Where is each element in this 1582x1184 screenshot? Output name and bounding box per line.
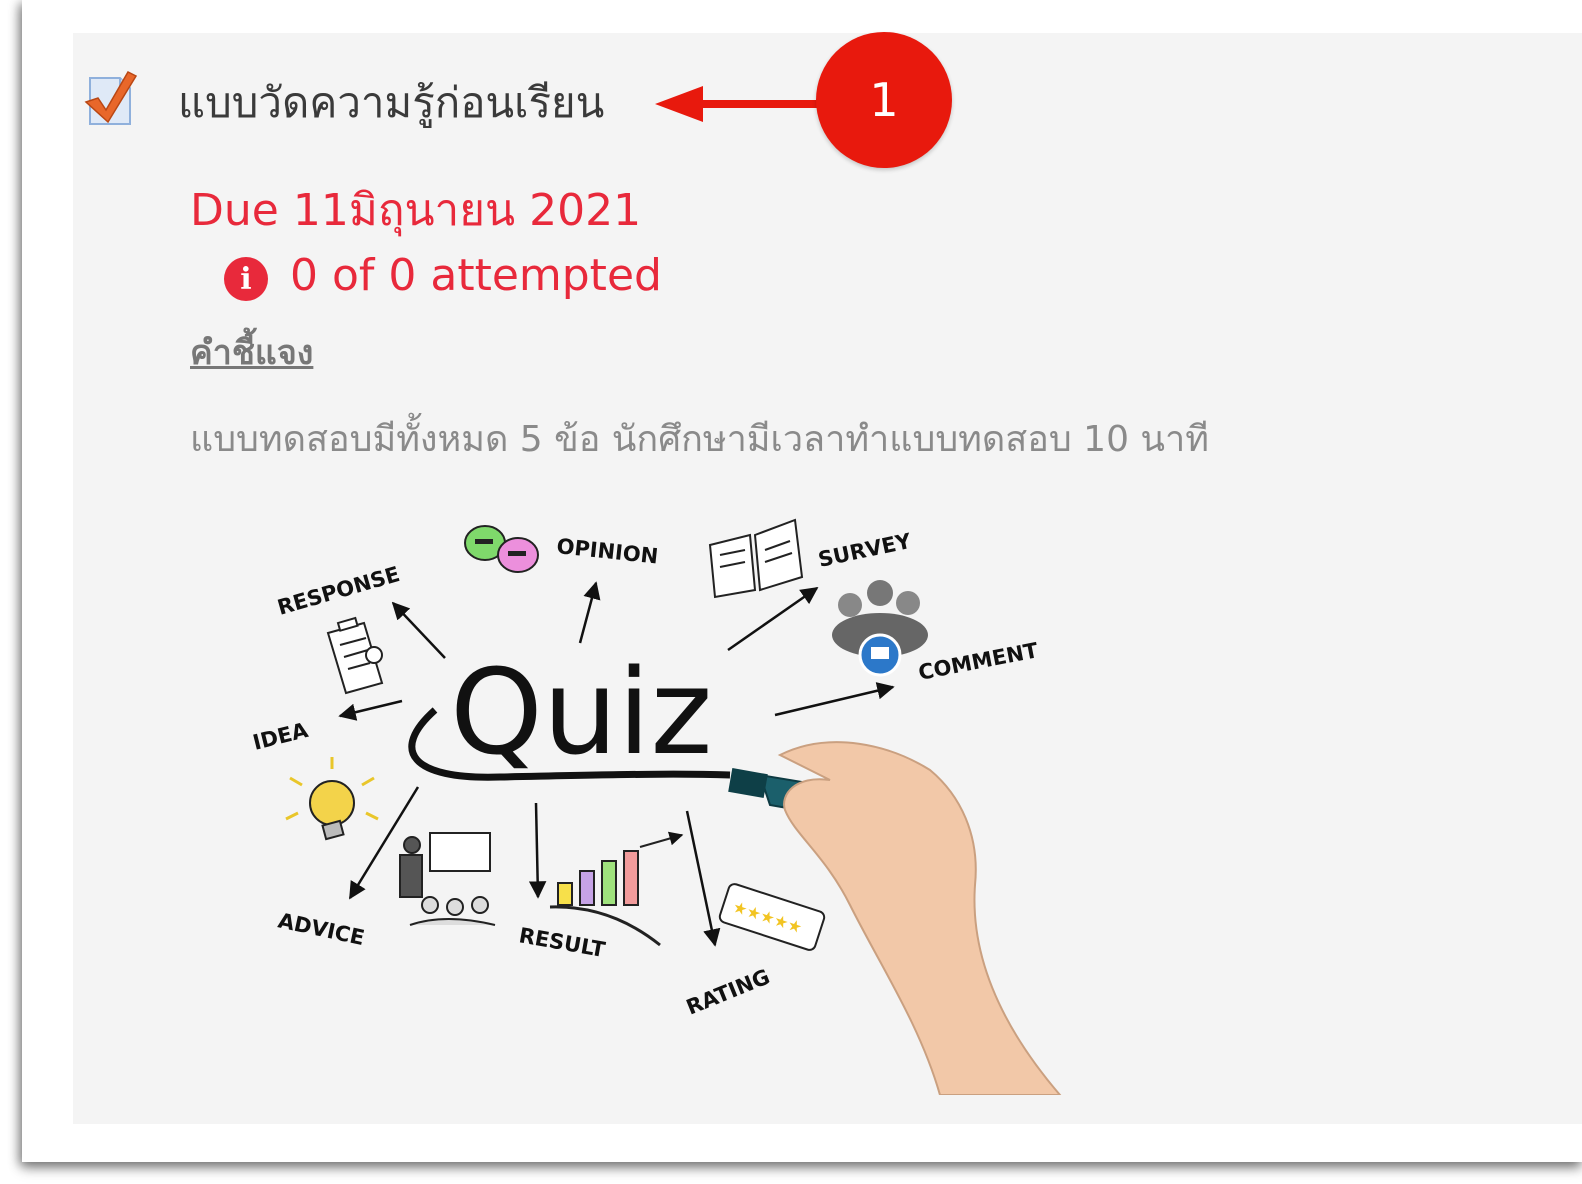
light-bulb-icon [285,757,379,841]
label-advice: ADVICE [276,908,367,950]
arrow-comment [774,682,895,717]
quiz-center-word: Quiz [450,643,712,781]
attempt-status: 0 of 0 attempted [290,250,662,301]
label-idea: IDEA [250,718,311,755]
annotation-arrow [655,86,825,122]
label-opinion: OPINION [555,534,659,569]
arrow-idea [338,699,403,721]
quiz-checkbox-icon [84,71,138,125]
label-survey: SURVEY [816,529,914,572]
annotation-badge: 1 [816,32,952,168]
speech-bubbles-icon [464,525,539,573]
label-result: RESULT [517,923,607,962]
instructions-link[interactable]: คำชี้แจง [190,325,313,379]
arrow-opinion [578,581,601,644]
label-comment: COMMENT [916,638,1040,685]
rating-stars-icon: ★★★★★ [718,883,826,951]
bar-chart-icon [549,831,684,947]
presentation-icon [399,832,496,926]
label-response: RESPONSE [275,562,403,620]
quiz-illustration: Quiz RESPONSE OPINION SURVEY COMMENT IDE… [250,518,1062,1095]
arrow-result [528,802,547,899]
arrow-survey [727,586,819,652]
due-date: Due 11มิถุนายน 2021 [190,185,642,236]
arrow-rating [685,810,721,947]
clipboard-icon [326,616,384,695]
info-icon: i [224,257,268,301]
label-rating: RATING [683,965,773,1020]
activity-description: แบบทดสอบมีทั้งหมด 5 ข้อ นักศึกษามีเวลาทำ… [190,419,1209,460]
open-book-icon [708,518,804,599]
activity-title-link[interactable]: แบบวัดความรู้ก่อนเรียน [178,70,604,136]
arrow-response [391,601,446,659]
people-group-icon [832,580,928,677]
